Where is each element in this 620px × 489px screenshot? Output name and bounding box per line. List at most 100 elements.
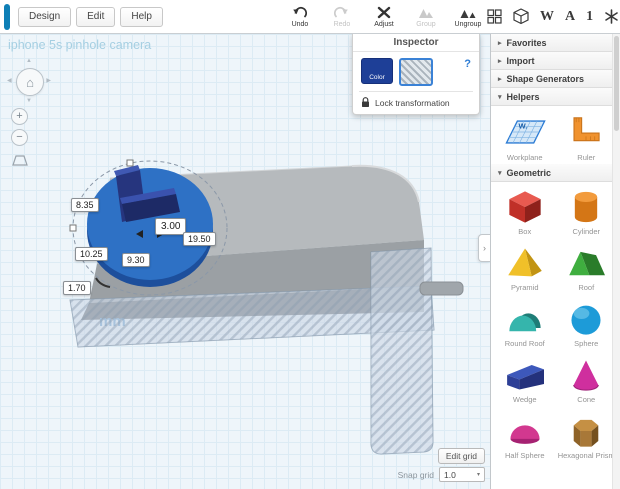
toolbar: Undo Redo Adjust Group Ungroup [281,6,487,28]
orbit-right-icon[interactable]: ▶ [46,77,51,84]
shape-pyramid[interactable]: Pyramid [496,244,554,292]
undo-button[interactable]: Undo [281,6,319,28]
shape-label: Wedge [512,395,537,404]
model-blue-cylinder[interactable] [87,168,213,287]
redo-button[interactable]: Redo [323,6,361,28]
group-icon [418,6,434,20]
redo-icon [334,6,349,20]
edit-grid-button[interactable]: Edit grid [437,448,485,464]
transparent-material-swatch[interactable] [399,58,433,86]
shape-cone[interactable]: Cone [557,356,615,404]
shape-wedge[interactable]: Wedge [496,356,554,404]
snap-grid-label: Snap grid [397,469,434,480]
shape-hexagonal-prism[interactable]: Hexagonal Prism [557,412,615,460]
undo-icon [292,6,308,20]
roof-shape-icon [569,251,606,276]
section-favorites[interactable]: ▸ Favorites [491,34,620,52]
sidebar-scrollbar[interactable] [612,34,620,489]
menu-bar: Design Edit Help [18,6,163,27]
dimension-label[interactable]: 9.30 [122,253,150,267]
shape-roof[interactable]: Roof [557,244,615,292]
star-icon[interactable] [604,9,619,24]
dropdown-caret-icon: ▾ [476,472,480,478]
round-roof-shape-icon [509,313,541,332]
lock-transformation-button[interactable]: Lock transformation [353,93,479,114]
dimension-label[interactable]: 19.50 [183,232,216,246]
shape-ruler[interactable]: Ruler [557,112,615,162]
group-label: Group [416,20,436,28]
a-icon[interactable]: A [565,9,575,25]
menu-design[interactable]: Design [18,6,72,27]
wedge-shape-icon [506,364,544,390]
section-shape-generators[interactable]: ▸ Shape Generators [491,70,620,88]
model-glass-column[interactable] [370,247,434,455]
shapes-sidebar: ▸ Favorites ▸ Import ▸ Shape Generators … [490,34,620,489]
shape-label: Ruler [577,153,596,162]
sphere-shape-icon [571,305,601,335]
pyramid-shape-icon [507,248,542,277]
redo-label: Redo [333,20,351,28]
hexagonal-prism-shape-icon [573,419,599,447]
cone-shape-icon [573,360,600,391]
orbit-down-icon[interactable]: ▼ [26,98,32,104]
view-orbit-control: ▲ ▼ ◀ ▶ ⌂ [7,58,51,104]
blocks-icon[interactable] [487,9,502,24]
ruler-icon [573,117,600,142]
shape-half-sphere[interactable]: Half Sphere [496,412,554,460]
perspective-toggle-icon[interactable] [11,154,28,167]
sidebar-collapse-tab[interactable]: › [478,234,490,262]
ungroup-label: Ungroup [454,20,482,28]
section-geometric[interactable]: ▾ Geometric [491,164,620,182]
dimension-label[interactable]: 8.35 [71,198,99,212]
menu-edit[interactable]: Edit [76,6,116,27]
scale-handle[interactable] [126,159,134,167]
shape-round-roof[interactable]: Round Roof [496,300,554,348]
svg-text:W.: W. [518,122,527,131]
group-button[interactable]: Group [407,6,445,28]
section-label: Favorites [506,37,547,48]
cube-icon[interactable] [513,8,529,25]
workplane-canvas[interactable]: iphone 5s pinhole camera 8.35 3.00 19.50… [0,34,490,489]
top-bar: Design Edit Help Undo Redo Adjust Group … [0,0,620,34]
adjust-button[interactable]: Adjust [365,6,403,28]
zoom-out-button[interactable]: − [11,129,28,146]
shape-box[interactable]: Box [496,188,554,236]
scrollbar-thumb[interactable] [614,36,619,131]
shape-sphere[interactable]: Sphere [557,300,615,348]
section-label: Import [506,55,535,66]
orbit-up-icon[interactable]: ▲ [26,58,32,64]
snap-grid-select[interactable]: 1.0 ▾ [439,467,485,482]
helpers-grid: W. Workplane Ruler [491,106,620,164]
ungroup-button[interactable]: Ungroup [449,6,487,28]
geometric-grid: Box Cylinder Pyramid Roof Round Roof Sph… [491,182,620,462]
dimension-label[interactable]: 10.25 [75,247,108,261]
zoom-controls: + − [11,108,28,167]
help-icon[interactable]: ? [464,58,471,70]
color-swatch[interactable]: Color [361,58,393,84]
chevron-icon: ▸ [498,75,502,83]
shape-cylinder[interactable]: Cylinder [557,188,615,236]
color-swatch-label: Color [369,74,385,81]
section-import[interactable]: ▸ Import [491,52,620,70]
adjust-icon [377,6,391,20]
section-helpers[interactable]: ▾ Helpers [491,88,620,106]
model-pin[interactable] [419,281,464,296]
one-icon[interactable]: 1 [586,9,593,25]
menu-help[interactable]: Help [120,6,163,27]
zoom-in-button[interactable]: + [11,108,28,125]
scale-handle[interactable] [69,224,77,232]
chevron-icon: ▸ [498,39,502,47]
shape-workplane[interactable]: W. Workplane [496,112,554,162]
workplane-icon: W. [505,120,546,144]
tinkercad-logo-icon[interactable] [4,3,10,30]
dimension-input[interactable]: 3.00 [155,218,187,235]
inspector-panel: Inspector Color ? Lock transformation [352,34,480,115]
dimension-label[interactable]: 1.70 [63,281,91,295]
orbit-left-icon[interactable]: ◀ [7,77,12,84]
home-icon: ⌂ [26,74,34,90]
undo-label: Undo [291,20,309,28]
shape-label: Half Sphere [504,451,545,460]
cylinder-shape-icon [575,191,598,223]
w-icon[interactable]: W [540,9,554,25]
home-view-button[interactable]: ⌂ [16,68,44,96]
